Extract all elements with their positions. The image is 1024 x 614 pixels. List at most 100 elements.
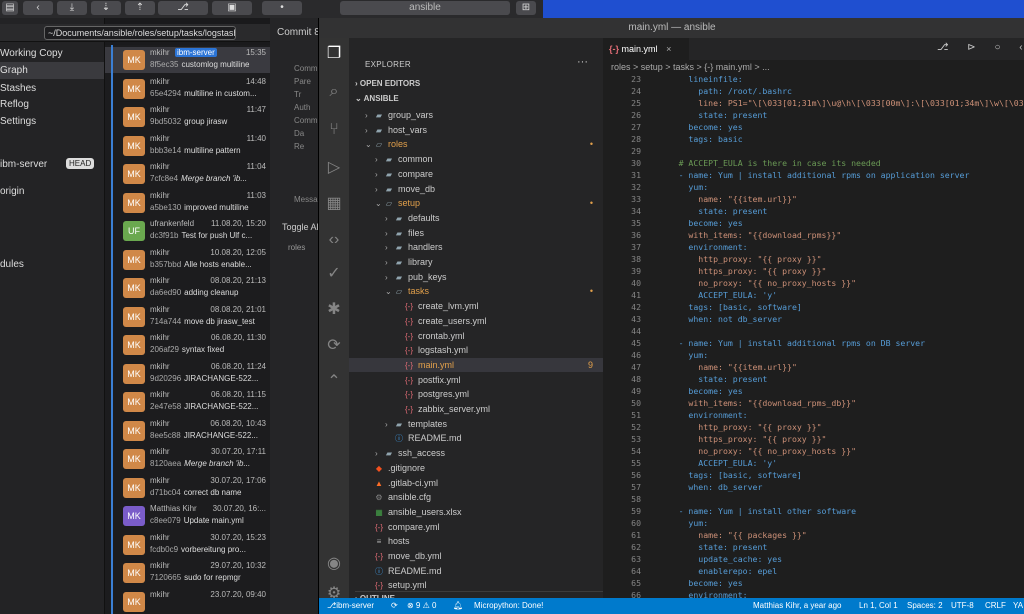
file-item[interactable]: {-} create_users.yml — [349, 314, 603, 328]
file-item[interactable]: {-} compare.yml — [349, 520, 603, 534]
file-item[interactable]: {-} logstash.yml — [349, 343, 603, 357]
commit-row[interactable]: MK mkihr 08.08.20, 21:13 da6ed90 adding clea… — [105, 275, 270, 301]
folder-item[interactable]: › ▰ move_db — [349, 182, 603, 196]
file-item[interactable]: {-} main.yml 9 — [349, 357, 603, 372]
workspace-root[interactable]: ⌄ ANSIBLE — [355, 94, 603, 103]
folder-item[interactable]: › ▰ handlers — [349, 240, 603, 254]
remote-icon[interactable]: ‹› — [324, 230, 344, 250]
source-control-icon[interactable]: ⑂ — [324, 120, 344, 140]
code-editor[interactable]: 23 lineinfile: 24 path: /root/.bashrc 25 l… — [603, 74, 1024, 604]
search-icon[interactable]: ⌕ — [324, 82, 344, 102]
commit-row[interactable]: MK mkihr 29.07.20, 10:32 7120665 sudo for re… — [105, 560, 270, 586]
sidebar-item[interactable]: dules — [0, 256, 104, 273]
commit-row[interactable]: MK mkihr 08.08.20, 21:01 714a744 move db jir… — [105, 304, 270, 330]
sync-icon[interactable]: ⟳ — [391, 598, 398, 614]
file-item[interactable]: {-} zabbix_server.yml — [349, 402, 603, 416]
commit-row[interactable]: MK mkihr 23.07.20, 09:40 — [105, 589, 270, 614]
extensions-icon[interactable]: ▦ — [324, 194, 344, 214]
commit-row[interactable]: MK mkihr 11:40 bbb3e14 multiline pattern — [105, 133, 270, 159]
branch-status[interactable]: ⎇ ibm-server — [327, 598, 374, 614]
close-icon[interactable]: × — [666, 44, 671, 54]
git-graph-icon[interactable]: ⟳ — [324, 336, 344, 356]
blame-status[interactable]: Matthias Kihr, a year ago — [753, 598, 842, 614]
bug-icon[interactable]: ✱ — [324, 300, 344, 320]
sidebar-item[interactable]: Graph — [0, 62, 104, 79]
commit-row[interactable]: MK mkihr 30.07.20, 15:23 fcdb0c9 vorbereitun… — [105, 532, 270, 558]
file-item[interactable]: {-} postfix.yml — [349, 373, 603, 387]
commit-row[interactable]: MK mkihr 06.08.20, 10:43 8ee5c88 JIRACHANGE-… — [105, 418, 270, 444]
problems-status[interactable]: ⊗ 9 ⚠ 0 — [407, 598, 436, 614]
folder-item[interactable]: ⌄ ▱ roles • — [349, 137, 603, 151]
more-actions-icon[interactable]: ··· — [577, 56, 588, 68]
folder-item[interactable]: › ▰ group_vars — [349, 108, 603, 122]
encoding-status[interactable]: UTF-8 — [951, 598, 974, 614]
sidebar-item[interactable]: Working Copy — [0, 45, 104, 62]
push-button[interactable]: ⇡ — [125, 1, 155, 15]
chevron-up-icon[interactable]: ⌃ — [324, 372, 344, 392]
commit-row[interactable]: MK mkihr 30.07.20, 17:11 8120aea Merge branc… — [105, 446, 270, 472]
indentation-status[interactable]: Spaces: 2 — [907, 598, 943, 614]
file-item[interactable]: {-} create_lvm.yml — [349, 299, 603, 313]
editor-actions[interactable]: ⎇ ⊳ ○ ‹ › — [937, 42, 1024, 53]
file-item[interactable]: ⚙ ansible.cfg — [349, 490, 603, 504]
testing-icon[interactable]: ✓ — [324, 264, 344, 284]
file-item[interactable]: {-} crontab.yml — [349, 329, 603, 343]
commit-row[interactable]: MK mkihr 06.08.20, 11:24 9d20296 JIRACHANGE-… — [105, 361, 270, 387]
toolbar-button[interactable]: ⊞ — [516, 1, 536, 15]
pull-button[interactable]: ⇣ — [91, 1, 121, 15]
toolbar-button[interactable]: • — [262, 1, 302, 15]
toolbar-button[interactable]: ▤ — [2, 1, 18, 15]
folder-item[interactable]: ⌄ ▱ tasks • — [349, 284, 603, 298]
file-item[interactable]: ≡ hosts — [349, 534, 603, 548]
folder-item[interactable]: › ▰ host_vars — [349, 123, 603, 137]
folder-item[interactable]: › ▰ files — [349, 226, 603, 240]
run-debug-icon[interactable]: ▷ — [324, 158, 344, 178]
folder-item[interactable]: › ▰ templates — [349, 417, 603, 431]
commit-row[interactable]: MK mkihr 11:04 7cfc8e4 Merge branch 'ib... — [105, 161, 270, 187]
commit-row[interactable]: MK mkihr 14:48 65e4294 multiline in custom..… — [105, 76, 270, 102]
cursor-position[interactable]: Ln 1, Col 1 — [859, 598, 898, 614]
branch-button[interactable]: ⎇ — [158, 1, 208, 15]
toggle-all-button[interactable]: Toggle Al — [282, 222, 319, 232]
window-tab-label[interactable]: ansible — [340, 1, 510, 15]
file-item[interactable]: ◆ .gitignore — [349, 461, 603, 475]
file-item[interactable]: ▲ .gitlab-ci.yml — [349, 476, 603, 490]
sidebar-item[interactable]: Reflog — [0, 96, 104, 113]
folder-item[interactable]: › ▰ ssh_access — [349, 446, 603, 460]
eol-status[interactable]: CRLF — [985, 598, 1006, 614]
breadcrumb[interactable]: roles > setup > tasks > {-} main.yml > .… — [611, 62, 770, 72]
commit-row[interactable]: MK mkihr ibm-server 15:35 8f5ec35 customlog m… — [105, 47, 270, 73]
path-field[interactable]: ~/Documents/ansible/roles/setup/tasks/lo… — [44, 26, 236, 40]
folder-item[interactable]: › ▰ compare — [349, 167, 603, 181]
commit-row[interactable]: MK mkihr 06.08.20, 11:15 2e47e58 JIRACHANGE-… — [105, 389, 270, 415]
sidebar-item[interactable]: origin — [0, 183, 104, 200]
commit-row[interactable]: UF ufrankenfeld 11.08.20, 15:20 dc3f91b Test… — [105, 218, 270, 244]
commit-row[interactable]: MK mkihr 11:03 a5be130 improved multiline — [105, 190, 270, 216]
micropython-status[interactable]: Micropython: Done! — [474, 598, 543, 614]
sidebar-item[interactable]: Stashes — [0, 80, 104, 97]
commit-row[interactable]: MK mkihr 11:47 9bd5032 group jirasw — [105, 104, 270, 130]
bell-icon[interactable]: 🔔︎ — [453, 598, 463, 614]
file-item[interactable]: ⓘ README.md — [349, 564, 603, 578]
folder-item[interactable]: › ▰ common — [349, 152, 603, 166]
folder-item[interactable]: › ▰ pub_keys — [349, 270, 603, 284]
file-item[interactable]: ▦ ansible_users.xlsx — [349, 505, 603, 519]
account-icon[interactable]: ◉ — [324, 554, 344, 574]
file-item[interactable]: {-} move_db.yml — [349, 549, 603, 563]
commit-row[interactable]: MK mkihr 10.08.20, 12:05 b357bbd Alle hosts … — [105, 247, 270, 273]
file-item[interactable]: ⓘ README.md — [349, 431, 603, 445]
folder-item[interactable]: › ▰ defaults — [349, 211, 603, 225]
tab-main-yml[interactable]: {-} main.yml × — [603, 38, 689, 60]
branch-tag[interactable]: ibm-server — [175, 48, 217, 57]
changed-file-item[interactable]: roles — [288, 243, 305, 252]
fetch-button[interactable]: ⤓ — [57, 1, 87, 15]
stash-button[interactable]: ▣ — [212, 1, 252, 15]
language-status[interactable]: YA — [1013, 598, 1023, 614]
file-item[interactable]: {-} postgres.yml — [349, 387, 603, 401]
sidebar-item[interactable]: Settings — [0, 113, 104, 130]
back-button[interactable]: ‹ — [23, 1, 53, 15]
folder-item[interactable]: ⌄ ▱ setup • — [349, 196, 603, 210]
explorer-icon[interactable]: ❐ — [324, 44, 344, 64]
commit-row[interactable]: MK mkihr 30.07.20, 17:06 d71bc04 correct db … — [105, 475, 270, 501]
commit-row[interactable]: MK Matthias Kihr 30.07.20, 16:... c8ee079 Up… — [105, 503, 270, 529]
